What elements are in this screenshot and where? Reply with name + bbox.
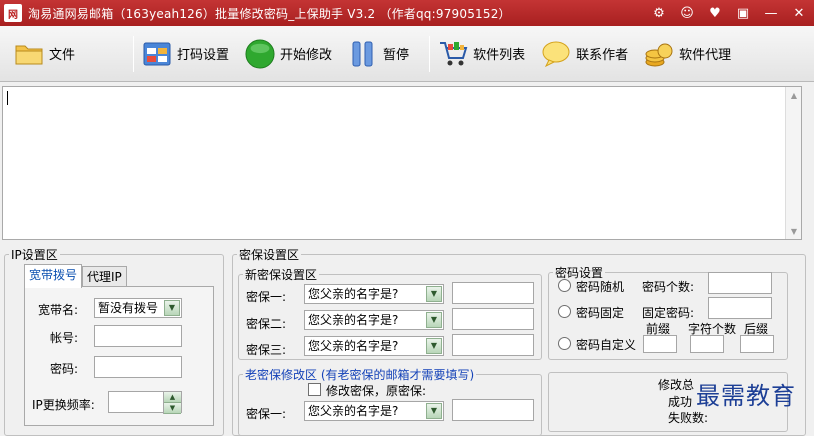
log-output-area[interactable]: ▲ ▼ — [2, 86, 802, 240]
success-count-label: 成功 — [668, 395, 693, 409]
shopping-cart-icon — [438, 39, 468, 69]
feedback-icon[interactable]: ☺ — [678, 4, 696, 22]
password-random-label: 密码随机 — [576, 280, 625, 294]
fixed-password-input[interactable] — [708, 297, 772, 319]
security-q1-select[interactable]: 您父亲的名字是? ▼ — [304, 284, 444, 304]
old-security-q1-select[interactable]: 您父亲的名字是? ▼ — [304, 401, 444, 421]
security-a1-input[interactable] — [452, 282, 534, 304]
password-fixed-radio[interactable] — [558, 305, 571, 318]
broadband-name-select[interactable]: 暂没有拨号 ▼ — [94, 298, 182, 318]
contact-author-button[interactable]: 联系作者 — [533, 34, 636, 74]
ip-change-frequency-input[interactable]: ▲ ▼ — [108, 391, 182, 414]
title-bar: 网 淘易通网易邮箱（163yeah126）批量修改密码_上保助手 V3.2 （作… — [0, 0, 814, 26]
gold-coins-icon — [644, 39, 674, 69]
watermark: 最需教育 — [696, 382, 796, 410]
captcha-settings-label: 打码设置 — [177, 48, 230, 63]
security-q1-label: 密保一: — [246, 290, 287, 304]
total-modified-label: 修改总 — [658, 378, 695, 392]
green-circle-icon — [245, 38, 275, 69]
spin-down-icon[interactable]: ▼ — [164, 403, 181, 414]
security-a3-input[interactable] — [452, 334, 534, 356]
ip-change-frequency-label: IP更换频率: — [32, 398, 95, 412]
frequency-spinner[interactable]: ▲ ▼ — [163, 392, 181, 414]
security-settings-title: 密保设置区 — [239, 248, 300, 262]
software-agent-button[interactable]: 软件代理 — [636, 34, 739, 74]
security-q2-select[interactable]: 您父亲的名字是? ▼ — [304, 310, 444, 330]
security-q2-label: 密保二: — [246, 317, 287, 331]
file-button[interactable]: 文件 — [6, 34, 83, 74]
old-security-a1-input[interactable] — [452, 399, 534, 421]
settings-gear-icon[interactable]: ⚙ — [650, 4, 668, 22]
suffix-input[interactable] — [740, 335, 774, 353]
modify-security-checkbox[interactable] — [308, 383, 321, 396]
tab-broadband-dial[interactable]: 宽带拨号 — [24, 264, 83, 288]
fixed-password-label: 固定密码: — [642, 306, 695, 320]
password-label: 密码: — [50, 362, 79, 376]
chevron-down-icon[interactable]: ▼ — [426, 338, 442, 354]
security-a2-input[interactable] — [452, 308, 534, 330]
char-count-input[interactable] — [690, 335, 724, 353]
chevron-down-icon[interactable]: ▼ — [426, 286, 442, 302]
password-input[interactable] — [94, 356, 182, 378]
security-q3-value: 您父亲的名字是? — [308, 339, 399, 353]
old-security-title: 老密保修改区 (有老密保的邮箱才需要填写) — [245, 368, 475, 382]
close-icon[interactable]: ✕ — [790, 4, 808, 22]
password-fixed-label: 密码固定 — [576, 306, 625, 320]
folder-icon — [14, 39, 44, 69]
password-random-radio[interactable] — [558, 279, 571, 292]
pause-icon — [348, 39, 378, 69]
old-security-q1-value: 您父亲的名字是? — [308, 404, 399, 418]
chevron-down-icon[interactable]: ▼ — [426, 403, 442, 419]
restore-icon[interactable]: ▣ — [734, 4, 752, 22]
ip-settings-title: IP设置区 — [11, 248, 58, 262]
start-modify-button[interactable]: 开始修改 — [237, 34, 340, 74]
chevron-down-icon[interactable]: ▼ — [426, 312, 442, 328]
tab-proxy-ip[interactable]: 代理IP — [82, 266, 127, 288]
password-custom-radio[interactable] — [558, 337, 571, 350]
new-security-title: 新密保设置区 — [245, 268, 318, 282]
broadband-name-label: 宽带名: — [38, 303, 79, 317]
app-icon: 网 — [4, 4, 22, 22]
log-scrollbar[interactable]: ▲ ▼ — [785, 87, 801, 239]
security-q2-value: 您父亲的名字是? — [308, 313, 399, 327]
password-custom-label: 密码自定义 — [576, 338, 637, 352]
account-input[interactable] — [94, 325, 182, 347]
security-q3-label: 密保三: — [246, 343, 287, 357]
security-q1-value: 您父亲的名字是? — [308, 287, 399, 301]
scroll-down-arrow-icon[interactable]: ▼ — [786, 223, 802, 239]
minimize-icon[interactable]: — — [762, 4, 780, 22]
contact-author-label: 联系作者 — [576, 48, 629, 63]
toolbar: 文件 打码设置 开始修改 暂停 软件列表 联系作者 软件代理 — [0, 26, 814, 82]
text-caret — [7, 91, 8, 105]
chevron-down-icon[interactable]: ▼ — [164, 300, 180, 316]
window-title: 淘易通网易邮箱（163yeah126）批量修改密码_上保助手 V3.2 （作者q… — [28, 6, 511, 21]
prefix-input[interactable] — [643, 335, 677, 353]
captcha-window-icon — [142, 39, 172, 69]
broadband-name-value: 暂没有拨号 — [98, 301, 159, 315]
file-label: 文件 — [49, 48, 76, 63]
software-list-button[interactable]: 软件列表 — [430, 34, 533, 74]
scroll-up-arrow-icon[interactable]: ▲ — [786, 87, 802, 103]
modify-security-label: 修改密保，原密保: — [326, 384, 427, 398]
start-modify-label: 开始修改 — [280, 48, 333, 63]
captcha-settings-button[interactable]: 打码设置 — [134, 34, 237, 74]
account-label: 帐号: — [50, 331, 79, 345]
spin-up-icon[interactable]: ▲ — [164, 392, 181, 403]
speech-bubble-icon — [541, 39, 571, 69]
password-count-label: 密码个数: — [642, 280, 695, 294]
software-agent-label: 软件代理 — [679, 48, 732, 63]
pause-label: 暂停 — [383, 48, 410, 63]
skin-shirt-icon[interactable]: ♥ — [706, 4, 724, 22]
old-security-q1-label: 密保一: — [246, 407, 287, 421]
software-list-label: 软件列表 — [473, 48, 526, 63]
password-count-input[interactable] — [708, 272, 772, 294]
pause-button[interactable]: 暂停 — [340, 34, 417, 74]
fail-count-label: 失败数: — [668, 411, 709, 425]
security-q3-select[interactable]: 您父亲的名字是? ▼ — [304, 336, 444, 356]
